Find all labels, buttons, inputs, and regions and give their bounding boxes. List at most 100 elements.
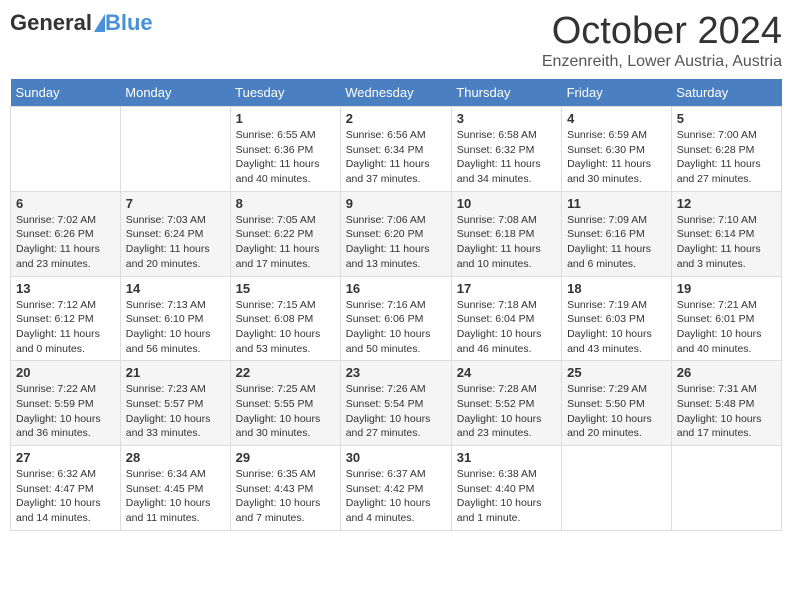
day-number: 26 (677, 365, 776, 380)
day-info: Sunrise: 7:06 AMSunset: 6:20 PMDaylight:… (346, 213, 446, 272)
calendar-cell: 3 Sunrise: 6:58 AMSunset: 6:32 PMDaylight… (451, 107, 561, 192)
day-number: 3 (457, 111, 556, 126)
day-info: Sunrise: 7:00 AMSunset: 6:28 PMDaylight:… (677, 128, 776, 187)
title-section: October 2024 Enzenreith, Lower Austria, … (542, 10, 782, 71)
page-header: General Blue October 2024 Enzenreith, Lo… (10, 10, 782, 71)
month-title: October 2024 (542, 10, 782, 53)
calendar-cell: 22Sunrise: 7:25 AMSunset: 5:55 PMDayligh… (230, 361, 340, 446)
day-number: 20 (16, 365, 115, 380)
day-info: Sunrise: 6:38 AMSunset: 4:40 PMDaylight:… (457, 467, 556, 526)
day-number: 8 (236, 196, 335, 211)
calendar-cell: 14 Sunrise: 7:13 AMSunset: 6:10 PMDayligh… (120, 276, 230, 361)
weekday-header: Sunday (11, 79, 121, 107)
day-number: 10 (457, 196, 556, 211)
day-info: Sunrise: 6:58 AMSunset: 6:32 PMDaylight:… (457, 128, 556, 187)
day-info: Sunrise: 6:37 AMSunset: 4:42 PMDaylight:… (346, 467, 446, 526)
calendar-week-row: 20 Sunrise: 7:22 AMSunset: 5:59 PMDayligh… (11, 361, 782, 446)
logo-general-text: General (10, 10, 92, 36)
calendar-cell: 11 Sunrise: 7:09 AMSunset: 6:16 PMDayligh… (562, 191, 672, 276)
calendar-cell (562, 446, 672, 531)
day-number: 31 (457, 450, 556, 465)
calendar-cell: 10 Sunrise: 7:08 AMSunset: 6:18 PMDayligh… (451, 191, 561, 276)
weekday-header: Friday (562, 79, 672, 107)
day-number: 25 (567, 365, 666, 380)
day-info: Sunrise: 6:59 AMSunset: 6:30 PMDaylight:… (567, 128, 666, 187)
day-number: 9 (346, 196, 446, 211)
day-number: 21 (126, 365, 225, 380)
calendar-cell: 7Sunrise: 7:03 AMSunset: 6:24 PMDaylight… (120, 191, 230, 276)
calendar-cell: 19 Sunrise: 7:21 AMSunset: 6:01 PMDayligh… (671, 276, 781, 361)
calendar-cell: 6 Sunrise: 7:02 AMSunset: 6:26 PMDaylight… (11, 191, 121, 276)
day-info: Sunrise: 7:22 AMSunset: 5:59 PMDaylight:… (16, 382, 115, 441)
day-info: Sunrise: 7:15 AMSunset: 6:08 PMDaylight:… (236, 298, 335, 357)
day-info: Sunrise: 7:02 AMSunset: 6:26 PMDaylight:… (16, 213, 115, 272)
weekday-header: Saturday (671, 79, 781, 107)
day-number: 24 (457, 365, 556, 380)
day-info: Sunrise: 7:05 AMSunset: 6:22 PMDaylight:… (236, 213, 335, 272)
day-info: Sunrise: 7:23 AMSunset: 5:57 PMDaylight:… (126, 382, 225, 441)
logo: General Blue (10, 10, 153, 36)
day-info: Sunrise: 7:03 AMSunset: 6:24 PMDaylight:… (126, 213, 225, 272)
day-info: Sunrise: 7:10 AMSunset: 6:14 PMDaylight:… (677, 213, 776, 272)
calendar-week-row: 1 Sunrise: 6:55 AMSunset: 6:36 PMDaylight… (11, 107, 782, 192)
day-info: Sunrise: 7:19 AMSunset: 6:03 PMDaylight:… (567, 298, 666, 357)
calendar-cell: 26Sunrise: 7:31 AMSunset: 5:48 PMDayligh… (671, 361, 781, 446)
calendar-cell: 30 Sunrise: 6:37 AMSunset: 4:42 PMDayligh… (340, 446, 451, 531)
location-title: Enzenreith, Lower Austria, Austria (542, 53, 782, 71)
calendar-cell: 18Sunrise: 7:19 AMSunset: 6:03 PMDayligh… (562, 276, 672, 361)
day-number: 11 (567, 196, 666, 211)
day-number: 16 (346, 281, 446, 296)
day-info: Sunrise: 7:18 AMSunset: 6:04 PMDaylight:… (457, 298, 556, 357)
calendar-cell: 25 Sunrise: 7:29 AMSunset: 5:50 PMDayligh… (562, 361, 672, 446)
day-info: Sunrise: 7:13 AMSunset: 6:10 PMDaylight:… (126, 298, 225, 357)
calendar-table: SundayMondayTuesdayWednesdayThursdayFrid… (10, 79, 782, 531)
day-info: Sunrise: 7:08 AMSunset: 6:18 PMDaylight:… (457, 213, 556, 272)
day-number: 5 (677, 111, 776, 126)
day-number: 6 (16, 196, 115, 211)
day-number: 29 (236, 450, 335, 465)
calendar-cell: 9 Sunrise: 7:06 AMSunset: 6:20 PMDaylight… (340, 191, 451, 276)
calendar-cell: 21 Sunrise: 7:23 AMSunset: 5:57 PMDayligh… (120, 361, 230, 446)
day-number: 1 (236, 111, 335, 126)
calendar-cell: 28 Sunrise: 6:34 AMSunset: 4:45 PMDayligh… (120, 446, 230, 531)
day-info: Sunrise: 7:12 AMSunset: 6:12 PMDaylight:… (16, 298, 115, 357)
calendar-cell: 23Sunrise: 7:26 AMSunset: 5:54 PMDayligh… (340, 361, 451, 446)
calendar-cell: 12 Sunrise: 7:10 AMSunset: 6:14 PMDayligh… (671, 191, 781, 276)
calendar-cell: 27Sunrise: 6:32 AMSunset: 4:47 PMDayligh… (11, 446, 121, 531)
day-number: 4 (567, 111, 666, 126)
weekday-header: Thursday (451, 79, 561, 107)
day-number: 19 (677, 281, 776, 296)
day-number: 28 (126, 450, 225, 465)
day-info: Sunrise: 6:56 AMSunset: 6:34 PMDaylight:… (346, 128, 446, 187)
day-number: 13 (16, 281, 115, 296)
day-info: Sunrise: 7:09 AMSunset: 6:16 PMDaylight:… (567, 213, 666, 272)
day-number: 17 (457, 281, 556, 296)
day-number: 27 (16, 450, 115, 465)
day-info: Sunrise: 7:25 AMSunset: 5:55 PMDaylight:… (236, 382, 335, 441)
weekday-header: Tuesday (230, 79, 340, 107)
day-number: 12 (677, 196, 776, 211)
logo-blue-text: Blue (105, 10, 153, 36)
day-info: Sunrise: 7:16 AMSunset: 6:06 PMDaylight:… (346, 298, 446, 357)
calendar-cell: 13 Sunrise: 7:12 AMSunset: 6:12 PMDayligh… (11, 276, 121, 361)
calendar-week-row: 13 Sunrise: 7:12 AMSunset: 6:12 PMDayligh… (11, 276, 782, 361)
calendar-cell: 24Sunrise: 7:28 AMSunset: 5:52 PMDayligh… (451, 361, 561, 446)
day-number: 14 (126, 281, 225, 296)
calendar-cell (671, 446, 781, 531)
calendar-cell: 20 Sunrise: 7:22 AMSunset: 5:59 PMDayligh… (11, 361, 121, 446)
calendar-cell: 31 Sunrise: 6:38 AMSunset: 4:40 PMDayligh… (451, 446, 561, 531)
calendar-week-row: 27Sunrise: 6:32 AMSunset: 4:47 PMDayligh… (11, 446, 782, 531)
weekday-header: Wednesday (340, 79, 451, 107)
day-info: Sunrise: 6:35 AMSunset: 4:43 PMDaylight:… (236, 467, 335, 526)
day-info: Sunrise: 6:34 AMSunset: 4:45 PMDaylight:… (126, 467, 225, 526)
calendar-cell: 16 Sunrise: 7:16 AMSunset: 6:06 PMDayligh… (340, 276, 451, 361)
day-info: Sunrise: 6:55 AMSunset: 6:36 PMDaylight:… (236, 128, 335, 187)
weekday-header: Monday (120, 79, 230, 107)
calendar-cell (11, 107, 121, 192)
day-info: Sunrise: 7:29 AMSunset: 5:50 PMDaylight:… (567, 382, 666, 441)
calendar-cell: 8 Sunrise: 7:05 AMSunset: 6:22 PMDaylight… (230, 191, 340, 276)
day-number: 30 (346, 450, 446, 465)
calendar-cell: 5 Sunrise: 7:00 AMSunset: 6:28 PMDaylight… (671, 107, 781, 192)
calendar-cell: 15Sunrise: 7:15 AMSunset: 6:08 PMDayligh… (230, 276, 340, 361)
day-info: Sunrise: 7:21 AMSunset: 6:01 PMDaylight:… (677, 298, 776, 357)
